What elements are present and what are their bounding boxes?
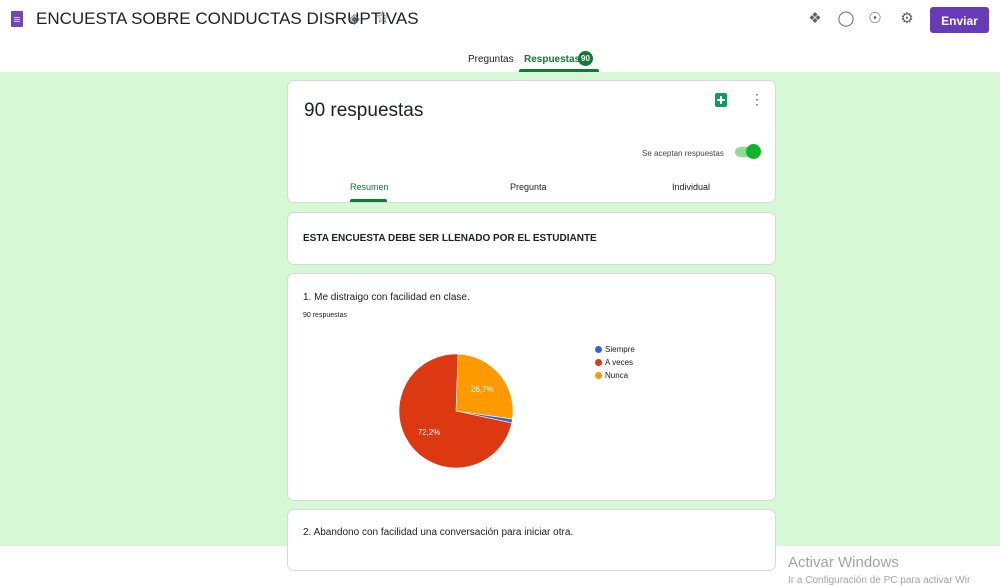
activation-watermark-title: Activar Windows	[788, 554, 899, 571]
send-button[interactable]: Enviar	[930, 7, 989, 33]
star-icon[interactable]: ☆	[375, 8, 390, 28]
question-title: 2. Abandono con facilidad una conversaci…	[303, 527, 574, 538]
pie-label-nunca: 26,7%	[471, 385, 494, 394]
move-to-folder-icon[interactable]: ◈	[349, 10, 360, 27]
preview-eye-icon[interactable]: ☉	[866, 10, 884, 28]
sheets-link-icon[interactable]	[715, 93, 727, 107]
top-bar: ENCUESTA SOBRE CONDUCTAS DISRUPTIVAS ◈ ☆…	[0, 0, 1000, 44]
toggle-thumb[interactable]	[746, 144, 761, 159]
forms-logo-icon[interactable]	[11, 11, 23, 27]
subtab-summary[interactable]: Resumen	[350, 182, 389, 192]
legend-swatch-siempre	[595, 346, 602, 353]
subtab-individual[interactable]: Individual	[672, 182, 710, 192]
tab-questions[interactable]: Preguntas	[468, 54, 514, 65]
form-description-card: ESTA ENCUESTA DEBE SER LLENADO POR EL ES…	[287, 212, 776, 265]
subtab-question[interactable]: Pregunta	[510, 182, 547, 192]
legend-label-siempre: Siempre	[605, 345, 635, 354]
editor-tabs: Preguntas Respuestas 90	[0, 44, 1000, 72]
form-title[interactable]: ENCUESTA SOBRE CONDUCTAS DISRUPTIVAS	[36, 9, 419, 29]
active-subtab-indicator	[350, 199, 387, 202]
summary-card: 90 respuestas ⋮ Se aceptan respuestas Re…	[287, 80, 776, 203]
legend-swatch-a-veces	[595, 359, 602, 366]
pie-label-a-veces: 72,2%	[418, 428, 441, 437]
legend-item-nunca: Nunca	[595, 371, 628, 380]
question-card-2: 2. Abandono con facilidad una conversaci…	[287, 509, 776, 571]
addons-icon[interactable]: ❖	[806, 10, 824, 28]
legend-label-a-veces: A veces	[605, 358, 634, 367]
activation-watermark-subtitle: Ir a Configuración de PC para activar Wi…	[788, 575, 971, 586]
legend-item-siempre: Siempre	[595, 345, 635, 354]
more-vert-icon[interactable]: ⋮	[750, 91, 764, 107]
response-count-title: 90 respuestas	[304, 100, 424, 121]
accepting-responses-label: Se aceptan respuestas	[642, 149, 724, 158]
responses-canvas: 90 respuestas ⋮ Se aceptan respuestas Re…	[0, 72, 1000, 586]
legend-swatch-nunca	[595, 372, 602, 379]
settings-gear-icon[interactable]: ⚙	[898, 10, 916, 28]
responses-count-badge: 90	[578, 51, 593, 66]
legend-item-a-veces: A veces	[595, 358, 633, 367]
form-description: ESTA ENCUESTA DEBE SER LLENADO POR EL ES…	[303, 233, 597, 244]
tab-responses[interactable]: Respuestas	[524, 54, 580, 65]
legend-label-nunca: Nunca	[605, 371, 629, 380]
pie-chart: 26,7% 72,2%	[398, 353, 514, 469]
palette-icon[interactable]: ◯	[837, 10, 855, 28]
question-card-1: 1. Me distraigo con facilidad en clase. …	[287, 273, 776, 501]
